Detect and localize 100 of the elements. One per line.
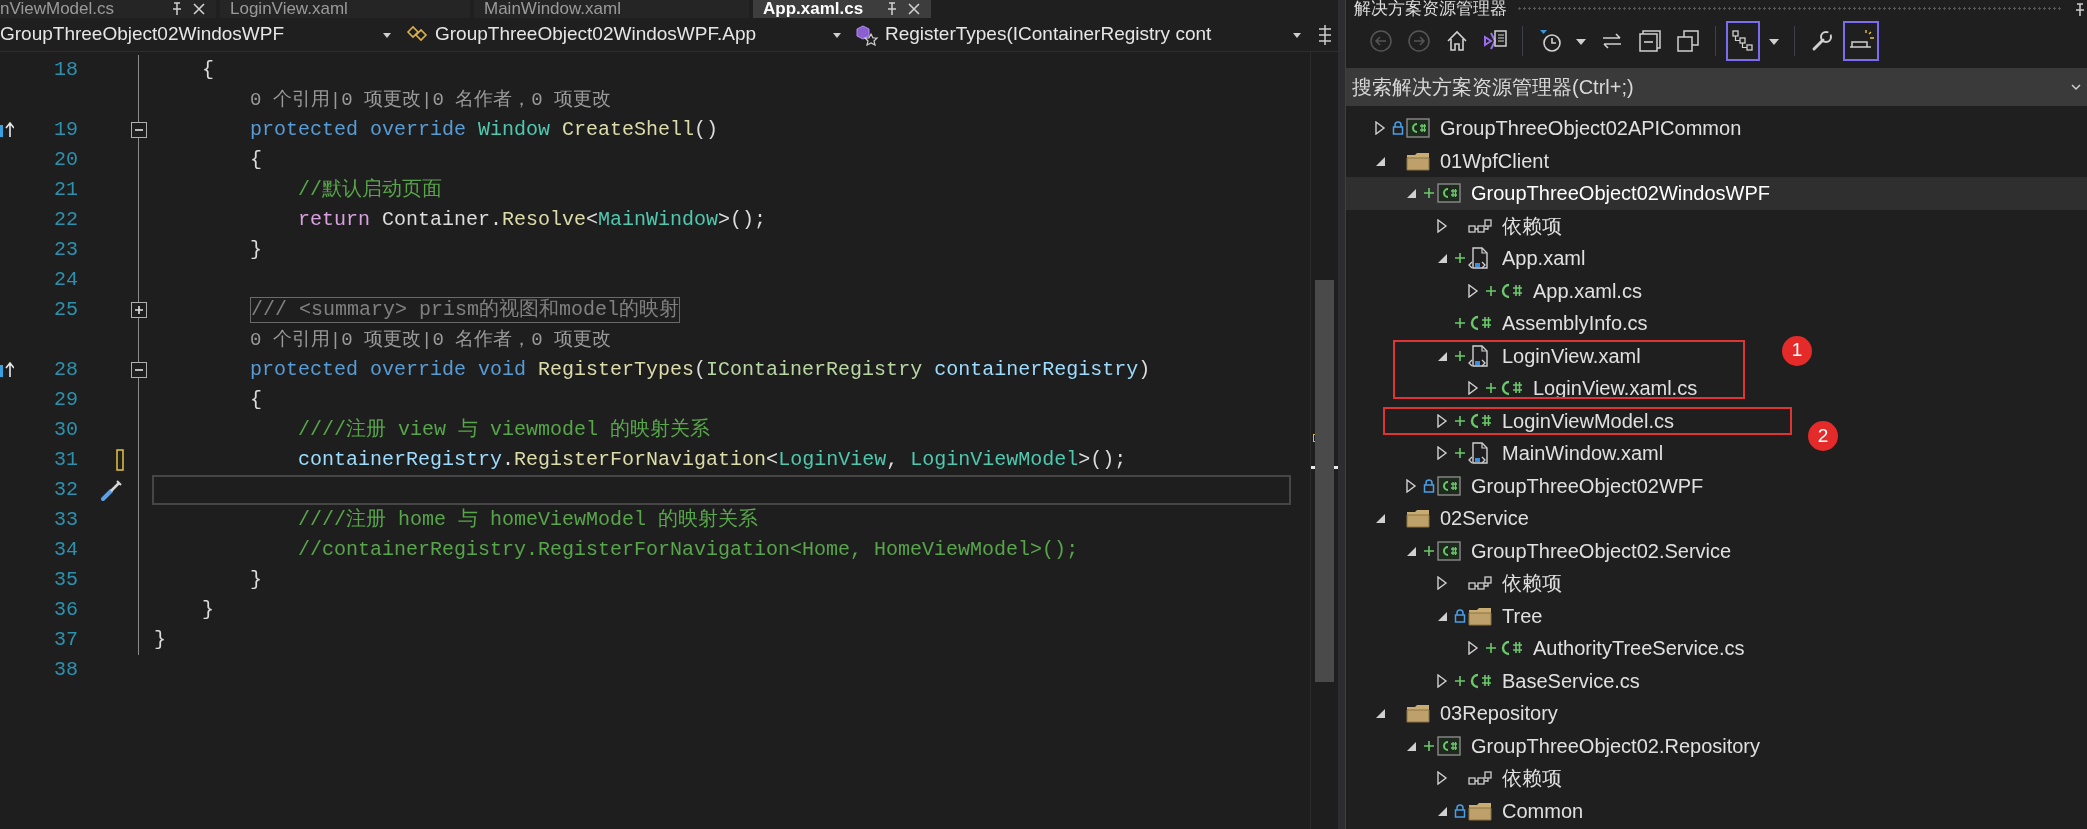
tree-item[interactable]: GroupThreeObject02.Service: [1402, 535, 1732, 566]
line-number: 31: [54, 448, 78, 471]
collapsed-arrow-icon[interactable]: [1436, 413, 1448, 428]
tree-item[interactable]: 03Repository: [1371, 698, 1558, 729]
collapse-icon[interactable]: [131, 362, 147, 378]
screwdriver-icon[interactable]: [100, 478, 124, 502]
tree-item[interactable]: 02Service: [1371, 503, 1529, 534]
collapsed-arrow-icon[interactable]: [1436, 446, 1448, 461]
line-number: 30: [54, 418, 78, 441]
caret-icon: [1292, 30, 1302, 39]
collapse-all-icon: [1638, 29, 1662, 53]
forward-icon: [1407, 29, 1431, 53]
tree-item[interactable]: 01WpfClient: [1371, 145, 1549, 176]
close-icon[interactable]: [192, 2, 206, 16]
tree-item[interactable]: Tree: [1433, 600, 1543, 631]
copies-icon: [1676, 29, 1700, 53]
collapsed-arrow-icon[interactable]: [1436, 218, 1448, 233]
code-line: {: [250, 148, 262, 172]
tree-item[interactable]: Common: [1433, 795, 1584, 826]
caret-icon: [832, 30, 842, 39]
tree-item[interactable]: GroupThreeObject02.Repository: [1402, 730, 1761, 761]
expanded-arrow-icon[interactable]: [1374, 512, 1386, 525]
override-icon[interactable]: [0, 121, 14, 139]
line-number: 22: [54, 208, 78, 231]
line-number: 34: [54, 538, 78, 561]
dropdown-icon[interactable]: [2071, 84, 2081, 92]
hierarchy-icon: [1731, 29, 1755, 53]
expand-icon[interactable]: [131, 302, 147, 318]
code-line: //containerRegistry.RegisterForNavigation<Home, HomeViewModel>();: [298, 538, 1079, 562]
caret-icon: [1768, 37, 1780, 45]
project-icon: [1437, 734, 1461, 757]
editor-tab[interactable]: nViewModel.cs: [0, 0, 216, 18]
tree-item[interactable]: App.xaml: [1433, 243, 1586, 274]
tree-item[interactable]: 依赖项: [1433, 568, 1562, 599]
toolbar-button[interactable]: [1843, 21, 1879, 61]
code-line: {: [202, 58, 214, 82]
editor-tab[interactable]: MainWindow.xaml: [474, 0, 749, 18]
code-line: //默认启动页面: [298, 178, 442, 202]
code-line: }: [154, 628, 166, 652]
xaml-file-icon: [1468, 442, 1488, 465]
tree-item[interactable]: GroupThreeObject02APICommon: [1371, 113, 1742, 144]
project-icon: [1437, 474, 1461, 497]
tree-item[interactable]: GroupThreeObject02WindosWPF: [1402, 178, 1770, 209]
scrollbar-thumb[interactable]: [1315, 280, 1334, 682]
back-icon: [1369, 29, 1393, 53]
line-number: 35: [54, 568, 78, 591]
annotation-number: 1: [1782, 335, 1812, 366]
caret-icon: [382, 30, 392, 39]
tree-item[interactable]: LoginView.xaml.cs: [1464, 373, 1698, 404]
code-line: return Container.Resolve<MainWindow>();: [298, 208, 767, 232]
code-line: protected override void RegisterTypes(IContainerRegistry containerRegistry): [250, 358, 1151, 382]
collapsed-arrow-icon[interactable]: [1405, 478, 1417, 493]
override-icon[interactable]: [0, 361, 14, 379]
tree-item[interactable]: App.xaml.cs: [1464, 275, 1642, 306]
collapsed-arrow-icon[interactable]: [1467, 641, 1479, 656]
pin-icon[interactable]: [170, 2, 184, 16]
collapsed-arrow-icon[interactable]: [1374, 121, 1386, 136]
codelens-text[interactable]: 0 个引用|0 项更改|0 名作者，0 项更改: [250, 85, 612, 115]
tree-item[interactable]: GroupThreeObject02WPF: [1402, 470, 1704, 501]
tree-item[interactable]: LoginView.xaml: [1433, 340, 1641, 371]
collapsed-arrow-icon[interactable]: [1436, 576, 1448, 591]
pin-icon[interactable]: [885, 2, 899, 16]
tree-item[interactable]: LoginViewModel.cs: [1433, 405, 1674, 436]
collapsed-arrow-icon[interactable]: [1467, 283, 1479, 298]
toolbar-button[interactable]: [1726, 21, 1760, 61]
expanded-arrow-icon[interactable]: [1374, 707, 1386, 720]
dependencies-icon: [1468, 770, 1492, 787]
code-line: }: [250, 568, 262, 592]
editor-tab[interactable]: LoginView.xaml: [220, 0, 470, 18]
line-number: 18: [54, 58, 78, 81]
tree-item[interactable]: 依赖项: [1433, 763, 1562, 794]
home-icon: [1445, 29, 1469, 53]
collapse-icon[interactable]: [131, 122, 147, 138]
collapsed-arrow-icon[interactable]: [1436, 673, 1448, 688]
collapsed-code[interactable]: /// <summary> prism的视图和model的映射: [250, 297, 681, 323]
line-number: 29: [54, 388, 78, 411]
tree-item[interactable]: 依赖项: [1433, 210, 1562, 241]
collapsed-arrow-icon[interactable]: [1467, 381, 1479, 396]
collapsed-arrow-icon[interactable]: [1436, 771, 1448, 786]
editor-tab[interactable]: App.xaml.cs: [753, 0, 931, 18]
code-line: ////注册 view 与 viewmodel 的映射关系: [298, 418, 711, 442]
caret-icon: [1575, 37, 1587, 45]
project-icon: [1406, 117, 1430, 140]
line-number: 36: [54, 598, 78, 621]
codelens-text[interactable]: 0 个引用|0 项更改|0 名作者，0 项更改: [250, 325, 612, 355]
expanded-arrow-icon[interactable]: [1436, 252, 1448, 265]
tree-item[interactable]: AssemblyInfo.cs: [1433, 308, 1648, 339]
line-number: 32: [54, 478, 78, 501]
code-line: {: [250, 388, 262, 412]
line-number: 20: [54, 148, 78, 171]
tree-item[interactable]: AuthorityTreeService.cs: [1464, 633, 1745, 664]
scrollbar[interactable]: [1310, 52, 1338, 829]
close-icon[interactable]: [907, 2, 921, 16]
pin-icon[interactable]: [2073, 2, 2087, 17]
folder-icon: [1406, 702, 1430, 725]
line-number: 23: [54, 238, 78, 261]
tree-item[interactable]: BaseService.cs: [1433, 665, 1640, 696]
expanded-arrow-icon[interactable]: [1405, 187, 1417, 200]
code-line: containerRegistry.RegisterForNavigation<LoginView, LoginViewModel>();: [298, 448, 1127, 472]
tree-item[interactable]: MainWindow.xaml: [1433, 438, 1664, 469]
